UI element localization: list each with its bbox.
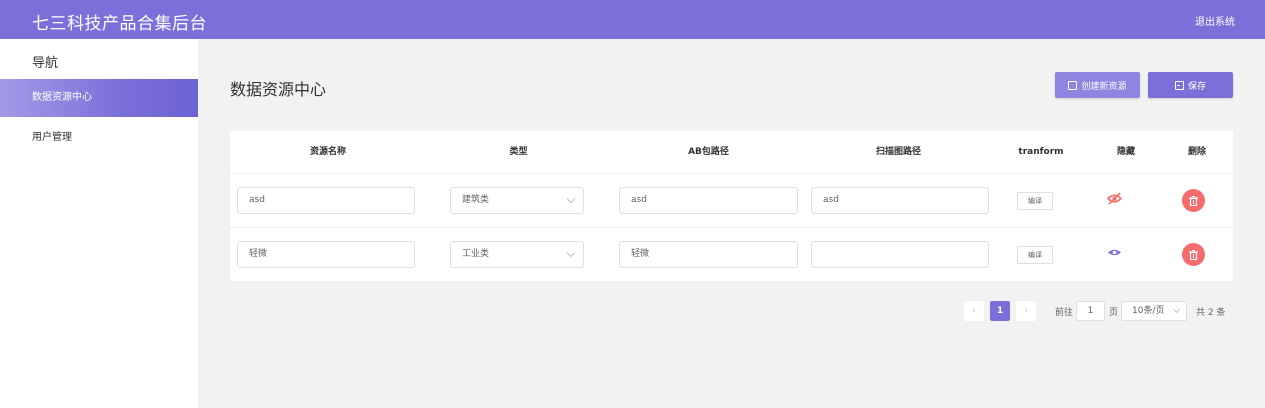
- chevron-down-icon: [1172, 305, 1181, 314]
- delete-button[interactable]: [1182, 243, 1205, 266]
- trash-icon: [1189, 249, 1198, 260]
- save-label: 保存: [1187, 81, 1206, 92]
- app-title: 七三科技产品合集后台: [32, 14, 207, 34]
- document-icon: [1174, 80, 1184, 90]
- ab-path-input[interactable]: 轻微: [619, 241, 798, 268]
- folder-plus-icon: [1068, 80, 1078, 90]
- sidebar-title: 导航: [32, 56, 59, 71]
- resource-table: 资源名称 类型 AB包路径 扫描图路径 tranform 隐藏 删除 asd 建…: [230, 131, 1233, 281]
- column-header-ab-path: AB包路径: [688, 147, 729, 157]
- sidebar: 导航 数据资源中心 用户管理: [0, 39, 198, 408]
- ab-path-input[interactable]: asd: [619, 187, 798, 214]
- chevron-down-icon: [566, 194, 576, 204]
- create-resource-label: 创建新资源: [1081, 81, 1127, 92]
- prev-page-button[interactable]: ‹: [964, 301, 984, 321]
- eye-off-icon[interactable]: [1107, 192, 1122, 205]
- save-button[interactable]: 保存: [1148, 72, 1233, 98]
- goto-suffix: 页: [1109, 308, 1119, 318]
- resource-type-value: 工业类: [462, 249, 490, 259]
- page-size-value: 10条/页: [1132, 306, 1165, 316]
- table-row: asd 建筑类 asd asd 编译: [230, 173, 1233, 227]
- resource-type-select[interactable]: 工业类: [450, 241, 584, 268]
- column-header-scan-path: 扫描图路径: [875, 147, 921, 157]
- resource-type-value: 建筑类: [462, 195, 490, 205]
- eye-icon[interactable]: [1107, 248, 1122, 257]
- goto-prefix: 前往: [1055, 308, 1074, 318]
- delete-button[interactable]: [1182, 189, 1205, 212]
- main-content: 数据资源中心 创建新资源 保存 资源名称 类型 AB包路径 扫描图路径 tran…: [198, 39, 1265, 408]
- column-header-transform: tranform: [1018, 147, 1064, 157]
- sidebar-item-data-resources[interactable]: 数据资源中心: [0, 79, 198, 117]
- scan-path-input[interactable]: asd: [811, 187, 989, 214]
- column-header-name: 资源名称: [309, 147, 346, 157]
- create-resource-button[interactable]: 创建新资源: [1055, 72, 1140, 98]
- resource-name-input[interactable]: 轻微: [237, 241, 415, 268]
- scan-path-input[interactable]: [811, 241, 989, 268]
- next-page-button[interactable]: ›: [1016, 301, 1036, 321]
- top-bar: 七三科技产品合集后台 退出系统: [0, 0, 1265, 39]
- table-row: 轻微 工业类 轻微 编译: [230, 227, 1233, 281]
- trash-icon: [1189, 195, 1198, 206]
- compile-button[interactable]: 编译: [1017, 246, 1053, 264]
- page-title: 数据资源中心: [230, 80, 327, 99]
- resource-type-select[interactable]: 建筑类: [450, 187, 584, 214]
- resource-name-input[interactable]: asd: [237, 187, 415, 214]
- chevron-down-icon: [566, 248, 576, 258]
- sidebar-item-user-management[interactable]: 用户管理: [0, 119, 198, 157]
- goto-page-input[interactable]: 1: [1076, 301, 1105, 321]
- total-count: 共 2 条: [1196, 308, 1226, 318]
- page-1-button[interactable]: 1: [990, 301, 1010, 321]
- column-header-hidden: 隐藏: [1116, 147, 1135, 157]
- logout-link[interactable]: 退出系统: [1195, 13, 1235, 28]
- compile-button[interactable]: 编译: [1017, 192, 1053, 210]
- page-size-select[interactable]: 10条/页: [1121, 301, 1187, 321]
- column-header-type: 类型: [509, 147, 528, 157]
- column-header-delete: 删除: [1187, 147, 1206, 157]
